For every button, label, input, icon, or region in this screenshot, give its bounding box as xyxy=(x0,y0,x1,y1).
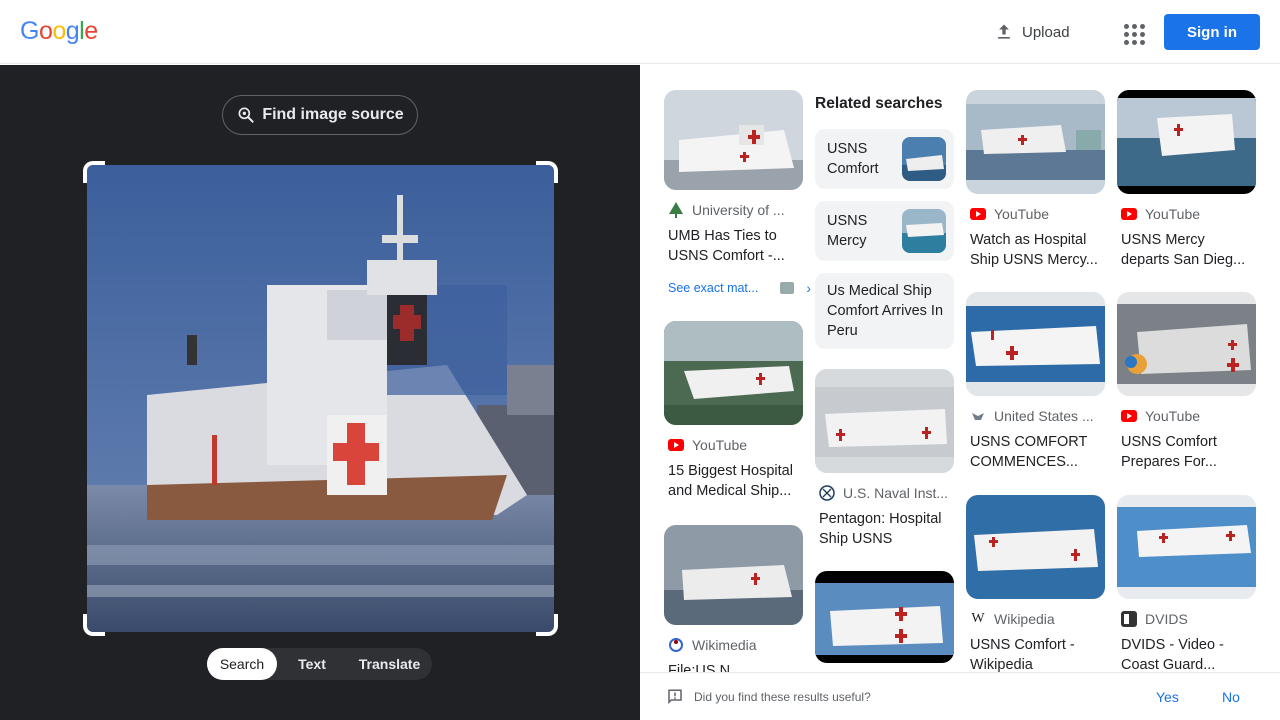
feedback-icon xyxy=(668,689,682,704)
result-thumbnail[interactable] xyxy=(1117,292,1256,396)
related-search-thumbnail xyxy=(902,137,946,181)
result-source: U.S. Naval Inst... xyxy=(819,485,950,501)
mode-translate-tab[interactable]: Translate xyxy=(347,648,432,680)
result-card[interactable]: W Wikipedia USNS Comfort - Wikipedia xyxy=(966,495,1105,675)
find-image-source-label: Find image source xyxy=(262,106,404,123)
result-title[interactable]: UMB Has Ties to USNS Comfort -... xyxy=(668,226,799,266)
result-card[interactable]: United States ... USNS COMFORT COMMENCES… xyxy=(966,292,1105,472)
related-search-chip[interactable]: USNS Comfort xyxy=(815,129,954,189)
upload-icon xyxy=(998,24,1010,39)
result-thumbnail[interactable] xyxy=(966,292,1105,396)
result-source: YouTube xyxy=(1121,206,1252,222)
result-source: YouTube xyxy=(668,437,799,453)
result-source: DVIDS xyxy=(1121,611,1252,627)
result-thumbnail[interactable] xyxy=(664,525,803,625)
top-bar: Google Upload Sign in xyxy=(0,0,1280,64)
result-card[interactable]: YouTube 15 Biggest Hospital and Medical … xyxy=(664,321,803,501)
feedback-no-button[interactable]: No xyxy=(1222,689,1240,705)
result-source: United States ... xyxy=(970,408,1101,424)
wikimedia-icon xyxy=(668,637,684,653)
result-source: W Wikipedia xyxy=(971,611,1055,627)
mode-text-tab[interactable]: Text xyxy=(277,648,347,680)
mode-search-tab[interactable]: Search xyxy=(207,648,277,680)
result-source: University of ... xyxy=(668,202,799,218)
youtube-icon xyxy=(1121,206,1137,222)
youtube-icon xyxy=(970,206,986,222)
result-thumbnail[interactable] xyxy=(664,321,803,425)
result-title[interactable]: USNS Mercy departs San Dieg... xyxy=(1121,230,1252,270)
related-searches-heading: Related searches xyxy=(815,95,943,112)
upload-label: Upload xyxy=(1022,23,1070,41)
result-title[interactable]: DVIDS - Video - Coast Guard... xyxy=(1121,635,1252,675)
exact-match-thumbnail xyxy=(780,282,795,294)
result-thumbnail[interactable] xyxy=(966,90,1105,194)
youtube-icon xyxy=(1121,408,1137,424)
google-logo[interactable]: Google xyxy=(20,17,98,46)
result-thumbnail[interactable] xyxy=(966,495,1105,599)
dvids-icon xyxy=(1121,611,1137,627)
result-thumbnail[interactable] xyxy=(815,369,954,473)
lens-mode-switcher: Search Text Translate xyxy=(207,648,432,680)
result-title[interactable]: 15 Biggest Hospital and Medical Ship... xyxy=(668,461,799,501)
related-search-chip[interactable]: USNS Mercy xyxy=(815,201,954,261)
result-card[interactable]: YouTube USNS Mercy departs San Dieg... xyxy=(1117,90,1256,270)
result-title[interactable]: USNS Comfort - Wikipedia xyxy=(970,635,1101,675)
result-card[interactable]: DVIDS DVIDS - Video - Coast Guard... xyxy=(1117,495,1256,675)
feedback-yes-button[interactable]: Yes xyxy=(1156,689,1179,705)
sign-in-button[interactable]: Sign in xyxy=(1164,14,1260,50)
tree-icon xyxy=(668,202,684,218)
wikipedia-icon: W xyxy=(971,611,985,626)
result-title[interactable]: USNS COMFORT COMMENCES... xyxy=(970,432,1101,472)
related-search-chip[interactable]: Us Medical Ship Comfort Arrives In Peru xyxy=(815,273,954,349)
result-thumbnail[interactable] xyxy=(1117,90,1256,194)
result-title[interactable]: Pentagon: Hospital Ship USNS Comfo... xyxy=(819,509,950,549)
result-card[interactable] xyxy=(815,571,954,663)
find-image-source-button[interactable]: Find image source xyxy=(222,95,418,135)
related-search-thumbnail xyxy=(902,209,946,253)
feedback-bar: Did you find these results useful? Yes N… xyxy=(640,672,1280,720)
result-card[interactable]: U.S. Naval Inst... Pentagon: Hospital Sh… xyxy=(815,369,954,549)
result-thumbnail[interactable] xyxy=(815,571,954,663)
result-card[interactable]: University of ... UMB Has Ties to USNS C… xyxy=(664,90,803,266)
result-title[interactable]: USNS Comfort Prepares For... xyxy=(1121,432,1252,472)
result-thumbnail[interactable] xyxy=(1117,495,1256,599)
naval-icon xyxy=(819,485,835,501)
chevron-right-icon: › xyxy=(806,280,811,296)
lens-search-icon xyxy=(238,107,254,123)
lens-image-pane: Find image source Search Text Translate xyxy=(0,65,640,720)
upload-button[interactable]: Upload xyxy=(984,14,1080,50)
apps-grid-icon[interactable] xyxy=(1116,16,1148,48)
query-ship-image xyxy=(87,165,554,632)
result-source: Wikimedia xyxy=(668,637,799,653)
see-exact-matches-link[interactable]: See exact mat... › xyxy=(668,280,811,296)
navy-eagle-icon xyxy=(970,408,986,424)
result-thumbnail[interactable] xyxy=(664,90,803,190)
feedback-question: Did you find these results useful? xyxy=(694,689,871,704)
result-card[interactable]: YouTube Watch as Hospital Ship USNS Merc… xyxy=(966,90,1105,270)
youtube-icon xyxy=(668,437,684,453)
result-card[interactable]: YouTube USNS Comfort Prepares For... xyxy=(1117,292,1256,472)
result-source: YouTube xyxy=(970,206,1101,222)
result-title[interactable]: Watch as Hospital Ship USNS Mercy... xyxy=(970,230,1101,270)
result-source: YouTube xyxy=(1121,408,1252,424)
image-crop-area[interactable] xyxy=(83,161,558,636)
visual-matches-pane: University of ... UMB Has Ties to USNS C… xyxy=(640,65,1280,720)
